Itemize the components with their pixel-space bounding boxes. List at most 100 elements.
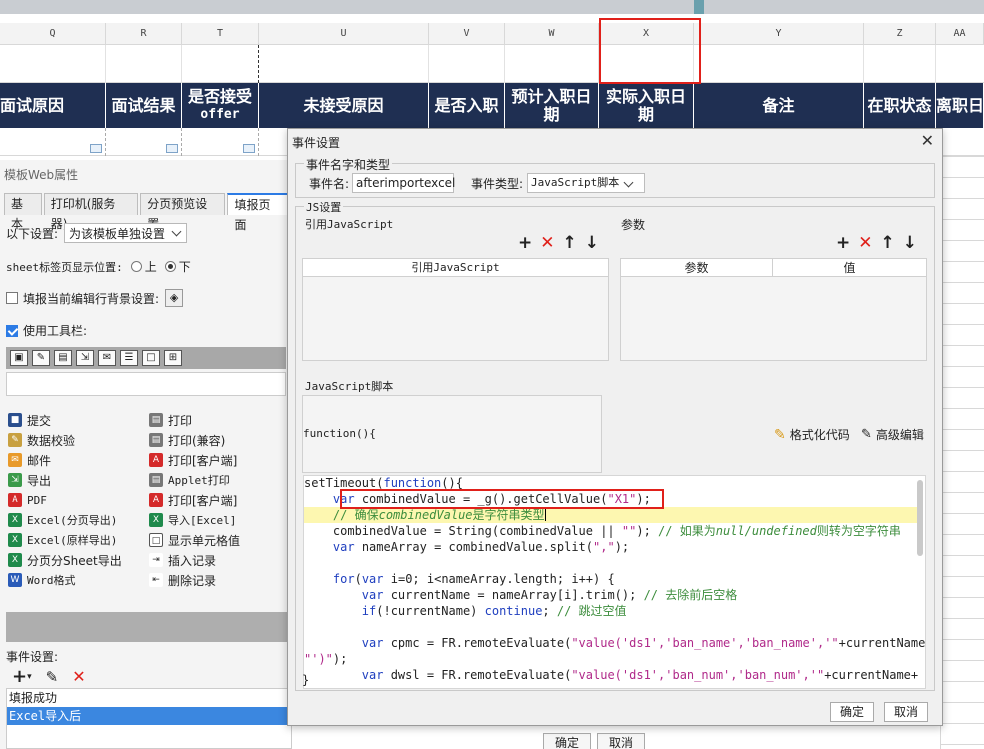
- header-cell[interactable]: 在职状态: [864, 83, 936, 128]
- event-name-input[interactable]: afterimportexcel: [352, 173, 455, 193]
- add-icon[interactable]: +: [836, 233, 850, 253]
- column-letter-v[interactable]: V: [429, 23, 505, 45]
- param-column-header[interactable]: 参数: [621, 259, 773, 277]
- column-letter-t[interactable]: T: [182, 23, 259, 45]
- filter-cell[interactable]: [182, 128, 259, 156]
- event-type-select[interactable]: JavaScript脚本: [527, 173, 645, 193]
- toolbar-button-excel-original[interactable]: X Excel(原样导出): [8, 530, 117, 550]
- event-item-selected[interactable]: Excel导入后: [7, 707, 291, 725]
- header-label: 未接受原因: [303, 95, 384, 115]
- tab-printer-server[interactable]: 打印机(服务器): [43, 193, 139, 231]
- window-icon[interactable]: □: [142, 350, 160, 366]
- export-icon[interactable]: ⇲: [76, 350, 94, 366]
- column-letter-z[interactable]: Z: [864, 23, 936, 45]
- arrow-down-icon[interactable]: ↓: [903, 233, 917, 253]
- toolbar-button-print-compat[interactable]: ▤ 打印(兼容): [149, 430, 225, 450]
- cell[interactable]: [0, 45, 106, 83]
- value-column-header[interactable]: 值: [773, 259, 926, 277]
- cancel-button[interactable]: 取消: [884, 702, 928, 722]
- column-letter-r[interactable]: R: [106, 23, 182, 45]
- cell[interactable]: [864, 45, 936, 83]
- properties-ok-button[interactable]: 确定: [543, 733, 591, 749]
- cell[interactable]: [182, 45, 259, 83]
- chevron-down-icon[interactable]: ▾: [27, 672, 32, 682]
- column-letter-aa[interactable]: AA: [936, 23, 984, 45]
- header-cell[interactable]: 备注: [694, 83, 864, 128]
- tab-fill-page[interactable]: 填报页面: [227, 193, 289, 232]
- radio-top[interactable]: [130, 261, 142, 272]
- save-icon[interactable]: ▣: [10, 350, 28, 366]
- mail-icon[interactable]: ✉: [98, 350, 116, 366]
- cell[interactable]: [259, 45, 429, 83]
- toolbar-button-mail[interactable]: ✉ 邮件: [8, 450, 51, 470]
- print-icon[interactable]: ▤: [54, 350, 72, 366]
- toolbar-button-applet-print[interactable]: ▤ Applet打印: [149, 470, 230, 490]
- cell[interactable]: [429, 45, 505, 83]
- toolbar-button-print-client[interactable]: A 打印[客户端]: [149, 450, 237, 470]
- tab-basic[interactable]: 基本: [4, 193, 42, 231]
- use-toolbar-checkbox[interactable]: [6, 324, 18, 337]
- edit-event-icon[interactable]: ✎: [46, 668, 59, 686]
- filter-cell[interactable]: [0, 128, 106, 156]
- delete-icon[interactable]: ✕: [540, 233, 554, 253]
- bg-setting-checkbox[interactable]: [6, 292, 18, 304]
- column-letter-q[interactable]: Q: [0, 23, 106, 45]
- header-cell[interactable]: 实际入职日期: [599, 83, 694, 128]
- arrow-down-icon[interactable]: ↓: [585, 233, 599, 253]
- toolbar-button-word[interactable]: W Word格式: [8, 570, 76, 590]
- close-icon[interactable]: ✕: [921, 131, 934, 150]
- add-icon[interactable]: +: [518, 233, 532, 253]
- filter-dropdown-icon[interactable]: [243, 144, 255, 153]
- advanced-edit-button[interactable]: ✎ 高级编辑: [861, 426, 924, 443]
- toolbar-button-pdf[interactable]: A PDF: [8, 490, 47, 510]
- filter-dropdown-icon[interactable]: [90, 144, 102, 153]
- toolbar-button-excel-paged[interactable]: X Excel(分页导出): [8, 510, 117, 530]
- format-code-button[interactable]: ✎ 格式化代码: [774, 426, 850, 443]
- excel-icon[interactable]: ⊞: [164, 350, 182, 366]
- header-cell[interactable]: 是否接受 offer: [182, 83, 259, 128]
- pencil-icon[interactable]: ✎: [32, 350, 50, 366]
- add-event-icon[interactable]: +: [12, 666, 27, 687]
- filter-cell[interactable]: [106, 128, 182, 156]
- toolbar-button-delete-record[interactable]: ⇤ 删除记录: [149, 570, 216, 590]
- toolbar-button-sheet-export[interactable]: X 分页分Sheet导出: [8, 550, 122, 570]
- cell[interactable]: [106, 45, 182, 83]
- radio-bottom[interactable]: [164, 261, 176, 272]
- header-cell[interactable]: 未接受原因: [259, 83, 429, 128]
- code-scrollbar[interactable]: [917, 480, 923, 556]
- properties-cancel-button[interactable]: 取消: [597, 733, 645, 749]
- delete-event-icon[interactable]: ✕: [72, 667, 85, 686]
- header-cell[interactable]: 面试结果: [106, 83, 182, 128]
- toolbar-button-export[interactable]: ⇲ 导出: [8, 470, 51, 490]
- toolbar-button-print-client-2[interactable]: A 打印[客户端]: [149, 490, 237, 510]
- toolbar-button-submit[interactable]: ■ 提交: [8, 410, 51, 430]
- event-item[interactable]: 填报成功: [7, 689, 291, 707]
- delete-icon[interactable]: ✕: [858, 233, 872, 253]
- cell[interactable]: [505, 45, 599, 83]
- toolbar-button-import-excel[interactable]: X 导入[Excel]: [149, 510, 236, 530]
- column-letter-u[interactable]: U: [259, 23, 429, 45]
- header-cell[interactable]: 面试原因: [0, 83, 106, 128]
- code-token: (: [354, 572, 362, 586]
- header-cell[interactable]: 预计入职日期: [505, 83, 599, 128]
- filter-dropdown-icon[interactable]: [166, 144, 178, 153]
- ref-js-column-header[interactable]: 引用JavaScript: [303, 259, 608, 277]
- tab-page-preview[interactable]: 分页预览设置: [140, 193, 226, 231]
- ok-button[interactable]: 确定: [830, 702, 874, 722]
- header-cell[interactable]: 离职日: [936, 83, 984, 128]
- settings-select[interactable]: 为该模板单独设置: [64, 223, 188, 243]
- toolbar-button-validate[interactable]: ✎ 数据校验: [8, 430, 75, 450]
- toolbar-button-insert-record[interactable]: ⇥ 插入记录: [149, 550, 216, 570]
- paint-bucket-icon[interactable]: ◈: [165, 289, 184, 307]
- column-letter-w[interactable]: W: [505, 23, 599, 45]
- cell[interactable]: [694, 45, 864, 83]
- arrow-up-icon[interactable]: ↑: [881, 233, 895, 253]
- column-letter-y[interactable]: Y: [694, 23, 864, 45]
- toolbar-button-show-cell-value[interactable]: □ 显示单元格值: [149, 530, 240, 550]
- header-cell[interactable]: 是否入职: [429, 83, 505, 128]
- code-editor[interactable]: setTimeout(function(){ var combinedValue…: [303, 475, 926, 689]
- arrow-up-icon[interactable]: ↑: [563, 233, 577, 253]
- list-icon[interactable]: ☰: [120, 350, 138, 366]
- toolbar-button-print[interactable]: ▤ 打印: [149, 410, 192, 430]
